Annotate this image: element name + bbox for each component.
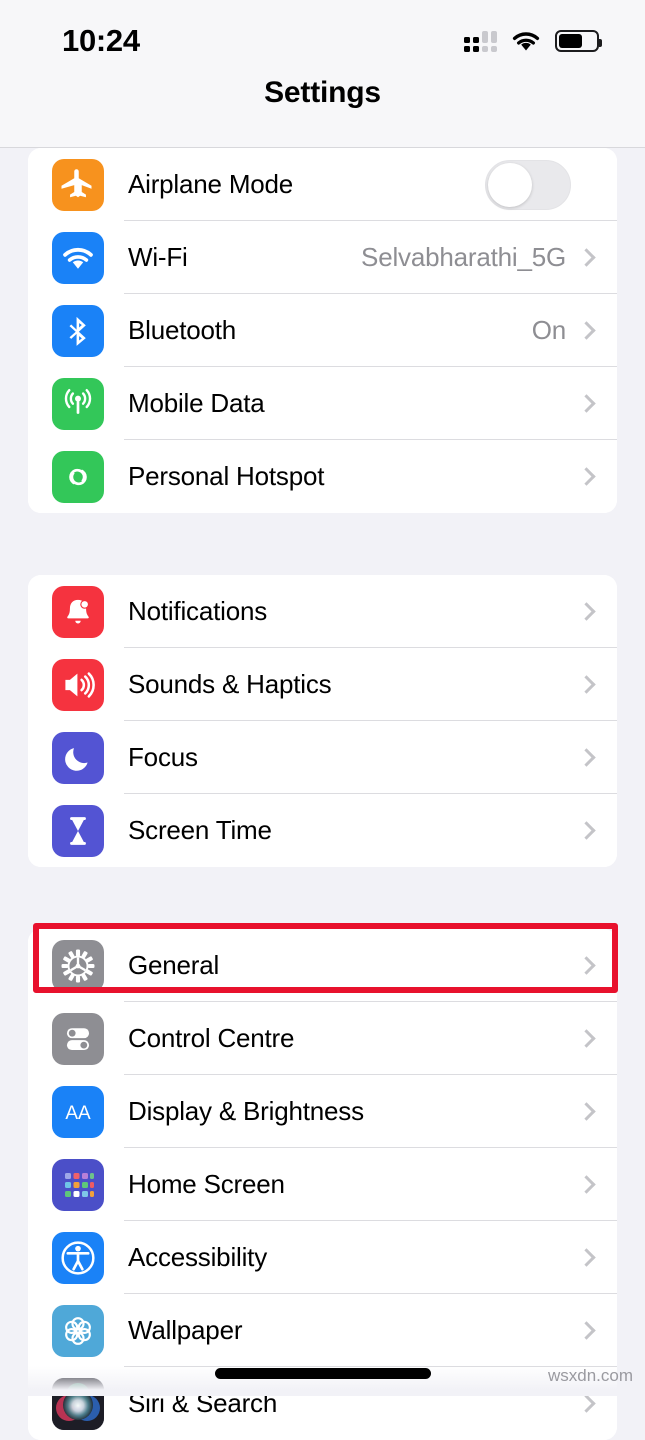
list-item-sounds-haptics[interactable]: Sounds & Haptics: [28, 648, 617, 721]
row-accessory: [577, 956, 617, 975]
antenna-icon: [52, 377, 104, 430]
row-accessory: [577, 1321, 617, 1340]
list-item-label: Focus: [128, 742, 198, 772]
chevron-right-icon: [577, 1029, 596, 1048]
list-item-mobile-data[interactable]: Mobile Data: [28, 367, 617, 440]
page-title: Settings: [264, 76, 381, 109]
bluetooth-state-value: On: [531, 315, 566, 345]
chevron-right-icon: [577, 394, 596, 413]
wifi-icon: [52, 231, 104, 284]
cellular-signal-icon: [464, 30, 497, 52]
hotspot-link-icon: [52, 450, 104, 503]
speaker-icon: [52, 658, 104, 711]
gear-icon: [52, 939, 104, 992]
chevron-right-icon: [577, 748, 596, 767]
list-item-label: Siri & Search: [128, 1388, 278, 1418]
airplane-mode-toggle[interactable]: [485, 159, 571, 210]
row-accessory: [577, 675, 617, 694]
airplane-icon: [52, 158, 104, 211]
row-accessory: [577, 1102, 617, 1121]
chevron-right-icon: [577, 248, 596, 267]
chevron-right-icon: [577, 1394, 596, 1413]
list-item-label: Display & Brightness: [128, 1096, 364, 1126]
battery-icon: [555, 30, 602, 52]
list-item-notifications[interactable]: Notifications: [28, 575, 617, 648]
row-accessory: [577, 1029, 617, 1048]
list-item-control-centre[interactable]: Control Centre: [28, 1002, 617, 1075]
list-item-label: Bluetooth: [128, 315, 237, 345]
row-accessory: [577, 1394, 617, 1413]
chevron-right-icon: [577, 321, 596, 340]
wifi-network-value: Selvabharathi_5G: [361, 242, 566, 272]
list-item-label: Notifications: [128, 596, 268, 626]
control-centre-toggles-icon: [52, 1012, 104, 1065]
moon-icon: [52, 731, 104, 784]
row-accessory: [577, 821, 617, 840]
list-item-general[interactable]: General: [28, 929, 617, 1002]
bluetooth-icon: [52, 304, 104, 357]
row-accessory: [577, 748, 617, 767]
list-item-label: Control Centre: [128, 1023, 295, 1053]
list-item-focus[interactable]: Focus: [28, 721, 617, 794]
list-item-wallpaper[interactable]: Wallpaper: [28, 1294, 617, 1367]
row-accessory: [577, 394, 617, 413]
navigation-header: Settings: [0, 76, 645, 148]
list-item-label: Mobile Data: [128, 388, 265, 418]
list-item-label: Wi-Fi: [128, 242, 188, 272]
home-indicator[interactable]: [214, 1368, 431, 1379]
chevron-right-icon: [577, 1248, 596, 1267]
chevron-right-icon: [577, 1102, 596, 1121]
list-item-wifi[interactable]: Wi-Fi Selvabharathi_5G: [28, 221, 617, 294]
chevron-right-icon: [577, 1175, 596, 1194]
home-screen-grid-icon: [52, 1158, 104, 1211]
list-item-label: Airplane Mode: [128, 169, 294, 199]
status-bar: 10:24: [0, 0, 645, 76]
list-item-label: Wallpaper: [128, 1315, 243, 1345]
settings-group-alerts: Notifications Sounds & Haptics Focus Scr…: [28, 575, 617, 867]
settings-list[interactable]: Airplane Mode Wi-Fi Selvabharathi_5G Blu…: [0, 148, 645, 1440]
list-item-label: Sounds & Haptics: [128, 669, 332, 699]
status-bar-time: 10:24: [62, 23, 140, 58]
row-accessory: [577, 1175, 617, 1194]
watermark: wsxdn.com: [547, 1366, 633, 1385]
chevron-right-icon: [577, 675, 596, 694]
list-item-accessibility[interactable]: Accessibility: [28, 1221, 617, 1294]
wifi-icon: [511, 30, 541, 52]
hourglass-icon: [52, 804, 104, 857]
display-aa-icon: AA: [52, 1085, 104, 1138]
siri-orb-icon: [52, 1377, 104, 1430]
list-item-display-brightness[interactable]: AA Display & Brightness: [28, 1075, 617, 1148]
settings-group-connectivity: Airplane Mode Wi-Fi Selvabharathi_5G Blu…: [28, 148, 617, 513]
list-item-screen-time[interactable]: Screen Time: [28, 794, 617, 867]
list-item-bluetooth[interactable]: Bluetooth On: [28, 294, 617, 367]
chevron-right-icon: [577, 821, 596, 840]
list-item-airplane-mode[interactable]: Airplane Mode: [28, 148, 617, 221]
settings-group-system: General Control Centre AA Display & Brig…: [28, 929, 617, 1440]
chevron-right-icon: [577, 956, 596, 975]
chevron-right-icon: [577, 467, 596, 486]
row-accessory: [577, 602, 617, 621]
row-accessory: Selvabharathi_5G: [361, 242, 617, 273]
wallpaper-flower-icon: [52, 1304, 104, 1357]
status-bar-icons: [464, 30, 602, 52]
svg-text:AA: AA: [65, 1103, 91, 1124]
row-accessory: [577, 1248, 617, 1267]
bell-icon: [52, 585, 104, 638]
list-item-home-screen[interactable]: Home Screen: [28, 1148, 617, 1221]
list-item-label: Screen Time: [128, 815, 272, 845]
list-item-label: General: [128, 950, 220, 980]
row-accessory: [577, 467, 617, 486]
chevron-right-icon: [577, 602, 596, 621]
row-accessory: [485, 159, 617, 210]
list-item-label: Accessibility: [128, 1242, 267, 1272]
list-item-label: Home Screen: [128, 1169, 285, 1199]
accessibility-icon: [52, 1231, 104, 1284]
list-item-label: Personal Hotspot: [128, 461, 325, 491]
chevron-right-icon: [577, 1321, 596, 1340]
row-accessory: On: [532, 315, 617, 346]
list-item-personal-hotspot[interactable]: Personal Hotspot: [28, 440, 617, 513]
